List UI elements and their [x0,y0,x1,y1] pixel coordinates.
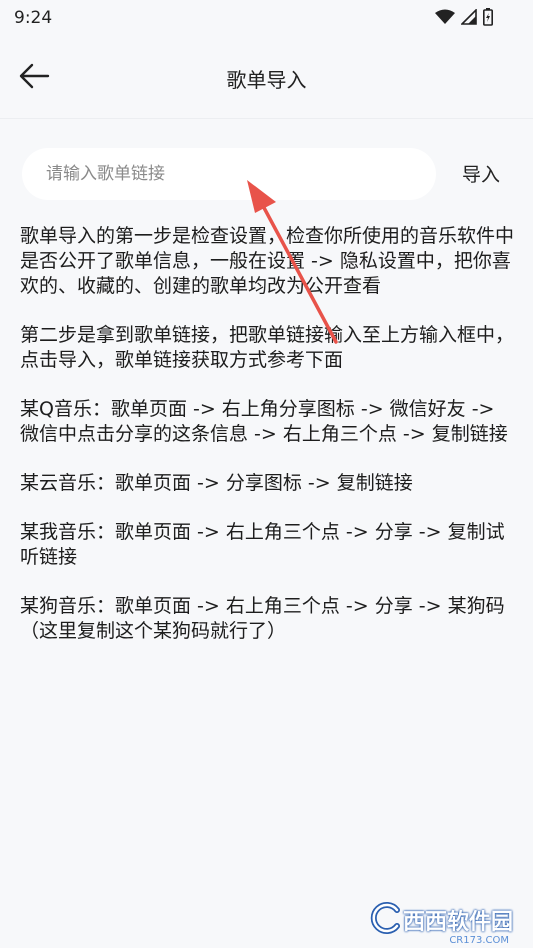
signal-icon [460,8,477,29]
playlist-link-input[interactable] [22,148,436,200]
instruction-step-2: 第二步是拿到歌单链接，把歌单链接输入至上方输入框中，点击导入，歌单链接获取方式参… [20,324,515,371]
instruction-qq-music: 某Q音乐：歌单页面 -> 右上角分享图标 -> 微信好友 -> 微信中点击分享的… [20,398,508,445]
watermark-c-icon [369,901,403,939]
status-icons [435,8,493,30]
header: 歌单导入 [0,38,533,119]
instructions: 歌单导入的第一步是检查设置，检查你所使用的音乐软件中是否公开了歌单信息，一般在设… [20,224,515,668]
instruction-kuwo-music: 某我音乐：歌单页面 -> 右上角三个点 -> 分享 -> 复制试听链接 [20,521,505,568]
instruction-kugou-music: 某狗音乐：歌单页面 -> 右上角三个点 -> 分享 -> 某狗码（这里复制这个某… [20,595,505,642]
import-button[interactable]: 导入 [462,160,500,187]
wifi-icon [435,9,455,29]
status-bar: 9:24 [0,0,533,38]
watermark-text: 西西软件园 [402,910,513,935]
status-time: 9:24 [14,8,53,28]
page-title: 歌单导入 [226,68,307,92]
instruction-step-1: 歌单导入的第一步是检查设置，检查你所使用的音乐软件中是否公开了歌单信息，一般在设… [20,225,515,297]
watermark-sub: CR173.COM [449,935,509,946]
instruction-cloud-music: 某云音乐：歌单页面 -> 分享图标 -> 复制链接 [20,472,413,494]
watermark-logo: 西西软件园 [323,900,513,940]
battery-icon [483,8,493,30]
